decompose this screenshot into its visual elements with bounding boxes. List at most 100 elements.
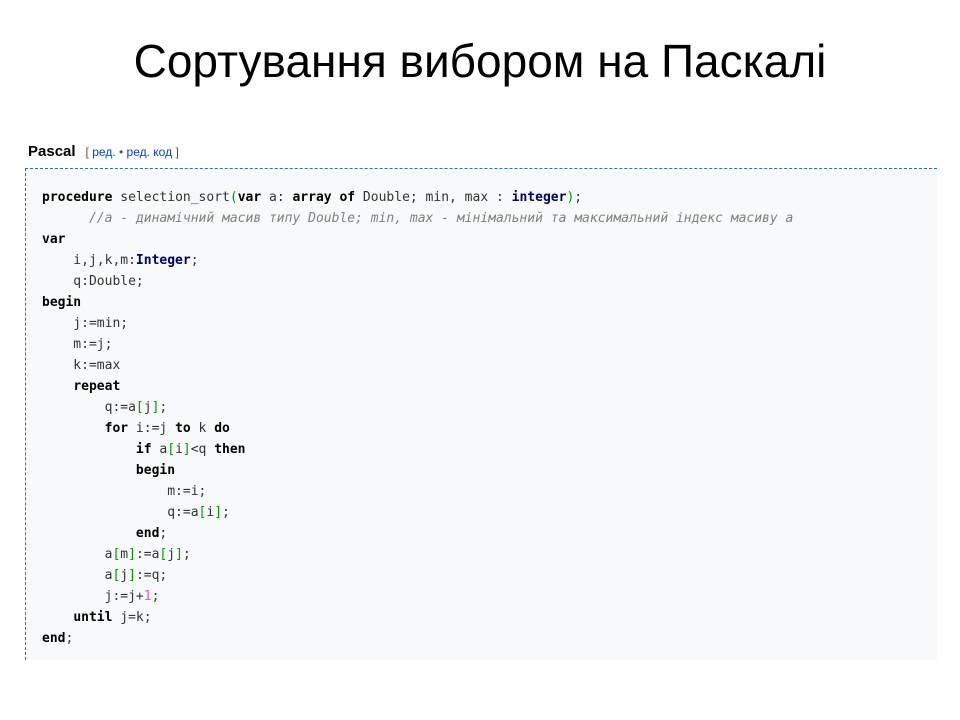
code-line: j:=min;: [42, 313, 793, 334]
code-token: ]: [128, 547, 136, 562]
code-token: m:=i;: [42, 484, 207, 499]
code-token: if: [135, 442, 152, 457]
language-heading: Pascal: [28, 143, 76, 160]
code-token: ;: [65, 631, 74, 646]
code-token: k:=max: [42, 358, 121, 373]
code-token: for: [104, 421, 129, 436]
code-token: array: [292, 190, 332, 205]
link-separator: •: [119, 145, 124, 159]
pascal-code: procedure selection_sort(var a: array of…: [42, 187, 793, 649]
code-line: m:=j;: [42, 334, 793, 355]
code-token: 1: [143, 589, 152, 604]
code-token: ;: [159, 526, 168, 541]
code-token: Integer: [135, 253, 191, 268]
code-line: repeat: [42, 376, 793, 397]
code-token: i: [175, 442, 183, 457]
code-token: ]: [175, 547, 183, 562]
code-token: ;: [222, 505, 230, 520]
code-line: m:=i;: [42, 481, 793, 502]
code-token: j:=min;: [42, 316, 129, 331]
code-block: procedure selection_sort(var a: array of…: [25, 168, 937, 660]
code-line: a[j]:=q;: [42, 565, 793, 586]
bracket-open: [: [85, 145, 89, 159]
code-token: var: [237, 190, 262, 205]
code-token: end: [42, 631, 66, 646]
code-line: q:=a[i];: [42, 502, 793, 523]
code-token: <q: [190, 442, 215, 457]
code-token: j=k;: [112, 610, 152, 625]
code-token: m:=j;: [42, 337, 113, 352]
code-line: for i:=j to k do: [42, 418, 793, 439]
code-line: q:=a[j];: [42, 397, 793, 418]
code-token: begin: [42, 295, 82, 310]
code-token: a: [42, 568, 113, 583]
code-token: m: [120, 547, 129, 562]
code-line: procedure selection_sort(var a: array of…: [42, 187, 793, 208]
code-line: if a[i]<q then: [42, 439, 793, 460]
code-token: q:=a: [42, 400, 136, 415]
code-line: end;: [42, 523, 793, 544]
code-token: ]: [182, 442, 191, 457]
code-token: repeat: [73, 379, 121, 394]
section-heading: Pascal [ ред. • ред. код ]: [28, 143, 179, 163]
code-token: ]: [128, 568, 136, 583]
edit-links: [ ред. • ред. код ]: [86, 145, 179, 159]
code-token: j: [167, 547, 176, 562]
code-token: Double; min, max :: [355, 190, 512, 205]
code-token: end: [135, 526, 160, 541]
code-token: j: [143, 400, 152, 415]
code-line: until j=k;: [42, 607, 793, 628]
code-token: q:=a: [42, 505, 199, 520]
slide-title: Сортування вибором на Паскалі: [133, 35, 827, 87]
code-token: j:=j+: [42, 589, 144, 604]
code-token: procedure: [42, 190, 113, 205]
code-line: j:=j+1;: [42, 586, 793, 607]
code-token: var: [42, 232, 66, 247]
code-token: i,j,k,m:: [42, 253, 136, 268]
code-line: end;: [42, 628, 793, 649]
code-token: ;: [574, 190, 583, 205]
code-token: a:: [261, 190, 293, 205]
code-token: :=q;: [135, 568, 168, 583]
code-token: //a - динамічний масив типу Double; min,…: [88, 211, 794, 226]
edit-link[interactable]: ред.: [92, 145, 115, 159]
edit-code-link[interactable]: ред. код: [127, 145, 173, 159]
code-token: ;: [190, 253, 199, 268]
code-token: [: [135, 400, 144, 415]
code-token: (: [229, 190, 238, 205]
code-line: //a - динамічний масив типу Double; min,…: [42, 208, 793, 229]
code-line: begin: [42, 460, 793, 481]
code-token: q:Double;: [42, 274, 144, 289]
code-token: do: [214, 421, 230, 436]
code-token: begin: [135, 463, 176, 478]
code-token: a: [42, 547, 113, 562]
code-token: ;: [151, 589, 160, 604]
code-line: a[m]:=a[j];: [42, 544, 793, 565]
code-token: ]: [214, 505, 223, 520]
code-line: begin: [42, 292, 793, 313]
code-token: of: [339, 190, 356, 205]
code-token: to: [175, 421, 191, 436]
code-token: :=a: [135, 547, 160, 562]
bracket-close: ]: [175, 145, 179, 159]
code-token: integer: [511, 190, 567, 205]
code-token: i:=j: [128, 421, 176, 436]
code-token: k: [190, 421, 215, 436]
code-token: j: [120, 568, 129, 583]
code-line: var: [42, 229, 793, 250]
code-line: q:Double;: [42, 271, 793, 292]
code-token: ;: [159, 400, 168, 415]
code-token: [: [167, 442, 176, 457]
code-token: a: [151, 442, 168, 457]
code-line: k:=max: [42, 355, 793, 376]
code-token: until: [73, 610, 113, 625]
code-token: selection_sort: [112, 190, 230, 205]
code-token: ;: [182, 547, 191, 562]
code-line: i,j,k,m:Integer;: [42, 250, 793, 271]
